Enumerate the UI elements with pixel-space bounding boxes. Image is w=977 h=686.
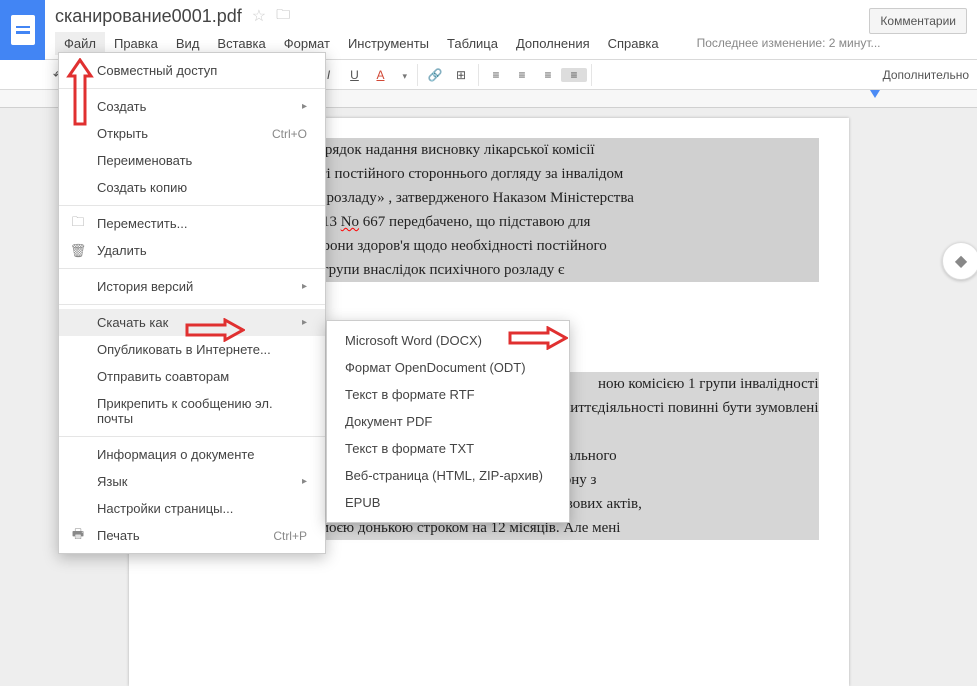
download-as-submenu: Microsoft Word (DOCX) Формат OpenDocumen… bbox=[326, 320, 570, 523]
explore-button[interactable]: ◆ bbox=[942, 242, 977, 280]
menu-item-make-copy[interactable]: Создать копию bbox=[59, 174, 325, 201]
menu-table[interactable]: Таблица bbox=[438, 32, 507, 55]
star-icon[interactable]: ☆ bbox=[252, 6, 266, 26]
menu-item-email-collaborators[interactable]: Отправить соавторам bbox=[59, 363, 325, 390]
annotation-arrow-up bbox=[65, 58, 95, 128]
submenu-item-rtf[interactable]: Текст в формате RTF bbox=[327, 381, 569, 408]
menu-item-share[interactable]: Совместный доступ bbox=[59, 57, 325, 84]
menu-tools[interactable]: Инструменты bbox=[339, 32, 438, 55]
menu-item-doc-info[interactable]: Информация о документе bbox=[59, 441, 325, 468]
print-icon: 🖶 bbox=[69, 525, 87, 547]
docs-home-button[interactable] bbox=[0, 0, 45, 60]
underline-button[interactable]: U bbox=[341, 68, 367, 82]
menu-item-new[interactable]: Создать▸ bbox=[59, 93, 325, 120]
text-color-button[interactable]: A bbox=[367, 68, 393, 82]
submenu-item-txt[interactable]: Текст в формате TXT bbox=[327, 435, 569, 462]
align-left-button[interactable]: ≡ bbox=[483, 68, 509, 82]
app-header: сканирование0001.pdf ☆ 🗀 Файл Правка Вид… bbox=[0, 0, 977, 60]
align-center-button[interactable]: ≡ bbox=[509, 68, 535, 82]
menu-item-email-attachment[interactable]: Прикрепить к сообщению эл. почты bbox=[59, 390, 325, 432]
menu-item-print[interactable]: 🖶ПечатьCtrl+P bbox=[59, 522, 325, 549]
text-color-arrow[interactable] bbox=[393, 68, 413, 82]
menu-item-version-history[interactable]: История версий▸ bbox=[59, 273, 325, 300]
folder-icon: 🗀 bbox=[69, 213, 87, 235]
submenu-item-epub[interactable]: EPUB bbox=[327, 489, 569, 516]
document-title[interactable]: сканирование0001.pdf bbox=[55, 6, 242, 27]
menu-help[interactable]: Справка bbox=[599, 32, 668, 55]
comment-button[interactable]: ⊞ bbox=[448, 68, 474, 82]
file-menu-dropdown: Совместный доступ Создать▸ ОткрытьCtrl+O… bbox=[58, 52, 326, 554]
last-edit-label[interactable]: Последнее изменение: 2 минут... bbox=[688, 32, 890, 55]
docs-logo-icon bbox=[11, 15, 35, 45]
link-button[interactable]: 🔗 bbox=[422, 68, 448, 82]
annotation-arrow-right-1 bbox=[185, 318, 245, 342]
submenu-item-odt[interactable]: Формат OpenDocument (ODT) bbox=[327, 354, 569, 381]
menu-item-open[interactable]: ОткрытьCtrl+O bbox=[59, 120, 325, 147]
comments-button[interactable]: Комментарии bbox=[869, 8, 967, 34]
trash-icon: 🗑 bbox=[69, 243, 87, 259]
menu-item-rename[interactable]: Переименовать bbox=[59, 147, 325, 174]
menu-item-page-setup[interactable]: Настройки страницы... bbox=[59, 495, 325, 522]
folder-icon[interactable]: 🗀 bbox=[276, 4, 290, 28]
menu-addons[interactable]: Дополнения bbox=[507, 32, 599, 55]
submenu-item-html[interactable]: Веб-страница (HTML, ZIP-архив) bbox=[327, 462, 569, 489]
toolbar-more[interactable]: Дополнительно bbox=[883, 68, 969, 82]
submenu-item-pdf[interactable]: Документ PDF bbox=[327, 408, 569, 435]
annotation-arrow-right-2 bbox=[508, 326, 568, 350]
menu-item-language[interactable]: Язык▸ bbox=[59, 468, 325, 495]
align-justify-button[interactable]: ≡ bbox=[561, 68, 587, 82]
menu-item-delete[interactable]: 🗑Удалить bbox=[59, 237, 325, 264]
align-right-button[interactable]: ≡ bbox=[535, 68, 561, 82]
menu-item-move[interactable]: 🗀Переместить... bbox=[59, 210, 325, 237]
